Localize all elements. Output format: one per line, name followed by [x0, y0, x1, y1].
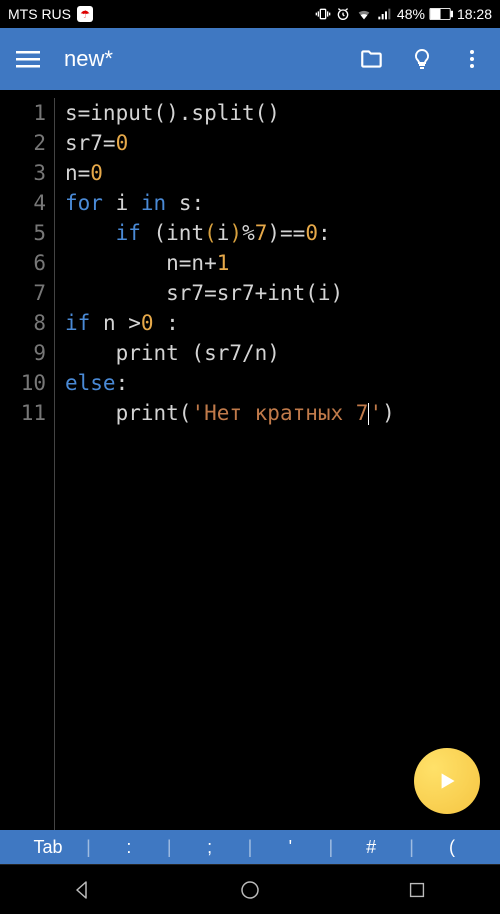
- nav-recent-button[interactable]: [397, 870, 437, 910]
- overflow-button[interactable]: [458, 45, 486, 73]
- line-number: 9: [0, 338, 46, 368]
- line-number: 6: [0, 248, 46, 278]
- toolbar-key-colon[interactable]: :: [91, 837, 167, 858]
- system-nav-bar: [0, 864, 500, 914]
- toolbar-key-semicolon[interactable]: ;: [172, 837, 248, 858]
- lightbulb-button[interactable]: [408, 45, 436, 73]
- status-right: 48% 18:28: [315, 6, 492, 22]
- code-line[interactable]: print (sr7/n): [65, 338, 395, 368]
- battery-icon: [429, 7, 453, 21]
- line-number: 2: [0, 128, 46, 158]
- code-line[interactable]: sr7=0: [65, 128, 395, 158]
- line-number: 8: [0, 308, 46, 338]
- folder-button[interactable]: [358, 45, 386, 73]
- gutter-border: [54, 98, 55, 830]
- toolbar-key-hash[interactable]: #: [333, 837, 409, 858]
- file-title: new*: [64, 46, 336, 72]
- nav-home-button[interactable]: [230, 870, 270, 910]
- vibrate-icon: [315, 6, 331, 22]
- line-number: 10: [0, 368, 46, 398]
- line-number: 5: [0, 218, 46, 248]
- code-line[interactable]: print('Нет кратных 7'): [65, 398, 395, 428]
- code-line[interactable]: sr7=sr7+int(i): [65, 278, 395, 308]
- code-line[interactable]: if (int(i)%7)==0:: [65, 218, 395, 248]
- toolbar-key-tab[interactable]: Tab: [10, 837, 86, 858]
- wifi-icon: [355, 6, 373, 22]
- android-status-bar: MTS RUS ☂ 48% 18:28: [0, 0, 500, 28]
- line-number: 1: [0, 98, 46, 128]
- status-left: MTS RUS ☂: [8, 6, 93, 22]
- line-number: 3: [0, 158, 46, 188]
- toolbar-key-paren[interactable]: (: [414, 837, 490, 858]
- line-number: 4: [0, 188, 46, 218]
- code-line[interactable]: s=input().split(): [65, 98, 395, 128]
- code-line[interactable]: if n >0 :: [65, 308, 395, 338]
- code-content[interactable]: s=input().split()sr7=0n=0for i in s: if …: [65, 98, 395, 830]
- nav-back-button[interactable]: [63, 870, 103, 910]
- code-line[interactable]: else:: [65, 368, 395, 398]
- line-number-gutter: 1234567891011: [0, 98, 54, 830]
- battery-text: 48%: [397, 6, 425, 22]
- line-number: 7: [0, 278, 46, 308]
- alarm-icon: [335, 6, 351, 22]
- carrier-text: MTS RUS: [8, 6, 71, 22]
- code-editor[interactable]: 1234567891011 s=input().split()sr7=0n=0f…: [0, 90, 500, 830]
- code-line[interactable]: n=0: [65, 158, 395, 188]
- code-line[interactable]: n=n+1: [65, 248, 395, 278]
- run-button[interactable]: [414, 748, 480, 814]
- app-bar: new*: [0, 28, 500, 90]
- code-line[interactable]: for i in s:: [65, 188, 395, 218]
- signal-icon: [377, 6, 393, 22]
- menu-button[interactable]: [14, 45, 42, 73]
- weather-icon: ☂: [77, 6, 93, 22]
- line-number: 11: [0, 398, 46, 428]
- symbol-toolbar: Tab | : | ; | ' | # | (: [0, 830, 500, 864]
- clock-text: 18:28: [457, 6, 492, 22]
- toolbar-key-quote[interactable]: ': [252, 837, 328, 858]
